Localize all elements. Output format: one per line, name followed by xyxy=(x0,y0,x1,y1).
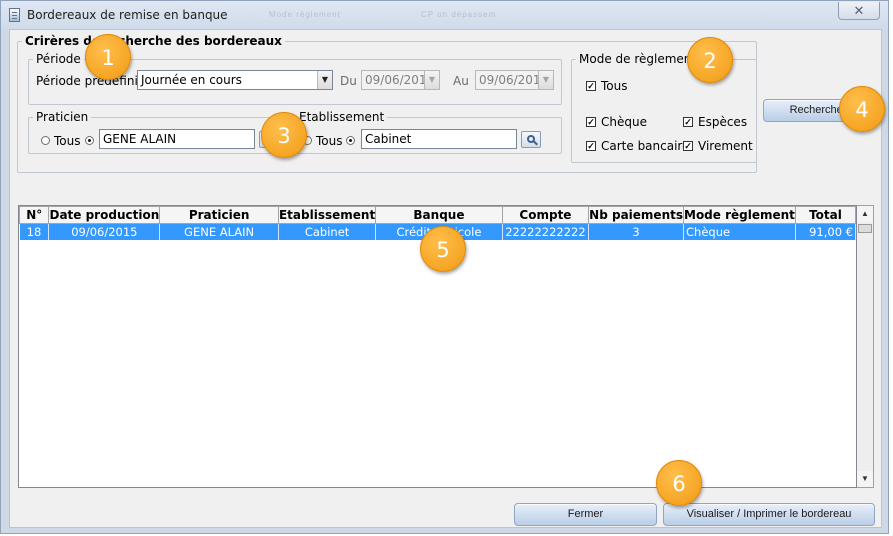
mode-reglement-legend: Mode de règlement xyxy=(579,52,697,66)
chevron-down-icon[interactable]: ▼ xyxy=(538,71,553,89)
column-header-numero[interactable]: N° xyxy=(19,206,50,224)
etablissement-field[interactable]: Cabinet xyxy=(361,129,517,149)
table-header-row: N° Date production Praticien Etablisseme… xyxy=(19,206,856,224)
callout-badge: 2 xyxy=(687,37,733,83)
scroll-thumb[interactable] xyxy=(858,224,872,233)
chevron-down-icon[interactable]: ▼ xyxy=(424,71,439,89)
callout-badge: 3 xyxy=(261,112,307,158)
mode-virement-label: Virement xyxy=(698,139,753,153)
callout-badge: 5 xyxy=(420,226,466,272)
document-icon xyxy=(9,8,20,22)
etablissement-legend: Etablissement xyxy=(299,110,385,124)
mode-virement-checkbox[interactable]: ✓ xyxy=(683,141,693,151)
column-header-mode-reglement[interactable]: Mode règlement xyxy=(683,206,796,224)
cell-numero: 18 xyxy=(19,223,50,240)
chevron-down-icon[interactable]: ▼ xyxy=(317,71,332,89)
column-header-compte[interactable]: Compte xyxy=(501,206,590,224)
window-title: Bordereaux de remise en banque xyxy=(27,8,228,22)
cell-nb-paiements: 3 xyxy=(588,223,684,240)
mode-tous-checkbox[interactable]: ✓ xyxy=(586,81,596,91)
praticien-field[interactable]: GENE ALAIN xyxy=(99,129,255,149)
etablissement-tous-label: Tous xyxy=(316,134,343,148)
title-bar[interactable]: Bordereaux de remise en banque Mode règl… xyxy=(1,1,888,29)
background-ghost-text: Mode règlement xyxy=(269,10,341,19)
callout-badge: 6 xyxy=(656,460,702,506)
mode-especes-checkbox[interactable]: ✓ xyxy=(683,117,693,127)
dialog-body: Crirères de recherche des bordereaux Pér… xyxy=(9,29,882,528)
table-scrollbar[interactable]: ▲ ▼ xyxy=(857,205,874,488)
periode-predefinie-value: Journée en cours xyxy=(141,73,242,87)
scroll-down-icon[interactable]: ▼ xyxy=(857,471,873,487)
etablissement-lookup-button[interactable] xyxy=(521,131,541,148)
au-label: Au xyxy=(453,74,469,88)
mode-cheque-checkbox[interactable]: ✓ xyxy=(586,117,596,127)
periode-predefinie-select[interactable]: Journée en cours ▼ xyxy=(137,70,333,90)
criteria-legend: Crirères de recherche des bordereaux xyxy=(25,34,282,48)
print-button[interactable]: Visualiser / Imprimer le bordereau xyxy=(663,503,875,526)
column-header-date-production[interactable]: Date production xyxy=(48,206,161,224)
du-date-field[interactable]: 09/06/2015 ▼ xyxy=(361,70,440,90)
column-header-praticien[interactable]: Praticien xyxy=(159,206,279,224)
cell-mode-reglement: Chèque xyxy=(683,223,796,240)
praticien-tous-label: Tous xyxy=(54,134,81,148)
mode-especes-label: Espèces xyxy=(698,115,748,129)
dialog-window: Bordereaux de remise en banque Mode règl… xyxy=(0,0,889,534)
mode-cheque-label: Chèque xyxy=(601,115,647,129)
cell-total: 91,00 € xyxy=(795,223,856,240)
mode-carte-label: Carte bancaire xyxy=(601,139,690,153)
etablissement-select-radio[interactable] xyxy=(346,136,355,145)
mode-carte-checkbox[interactable]: ✓ xyxy=(586,141,596,151)
du-label: Du xyxy=(340,74,357,88)
cell-date-production: 09/06/2015 xyxy=(48,223,161,240)
mode-tous-label: Tous xyxy=(601,79,628,93)
cell-etablissement: Cabinet xyxy=(278,223,377,240)
au-date-field[interactable]: 09/06/2015 ▼ xyxy=(475,70,554,90)
callout-badge: 4 xyxy=(839,86,885,132)
column-header-total[interactable]: Total xyxy=(794,206,856,224)
periode-legend: Période xyxy=(36,52,81,66)
cell-praticien: GENE ALAIN xyxy=(159,223,279,240)
cell-compte: 22222222222 xyxy=(502,223,590,240)
praticien-tous-radio[interactable] xyxy=(41,136,50,145)
praticien-select-radio[interactable] xyxy=(85,136,94,145)
close-button[interactable]: Fermer xyxy=(514,503,657,526)
callout-badge: 1 xyxy=(85,34,131,80)
column-header-nb-paiements[interactable]: Nb paiements xyxy=(588,206,684,224)
scroll-up-icon[interactable]: ▲ xyxy=(857,206,873,222)
background-ghost-text: CP un dépassem xyxy=(421,10,497,19)
column-header-banque[interactable]: Banque xyxy=(375,206,503,224)
praticien-legend: Praticien xyxy=(36,110,89,124)
column-header-etablissement[interactable]: Etablissement xyxy=(277,206,377,224)
close-icon[interactable]: ✕ xyxy=(838,2,880,20)
